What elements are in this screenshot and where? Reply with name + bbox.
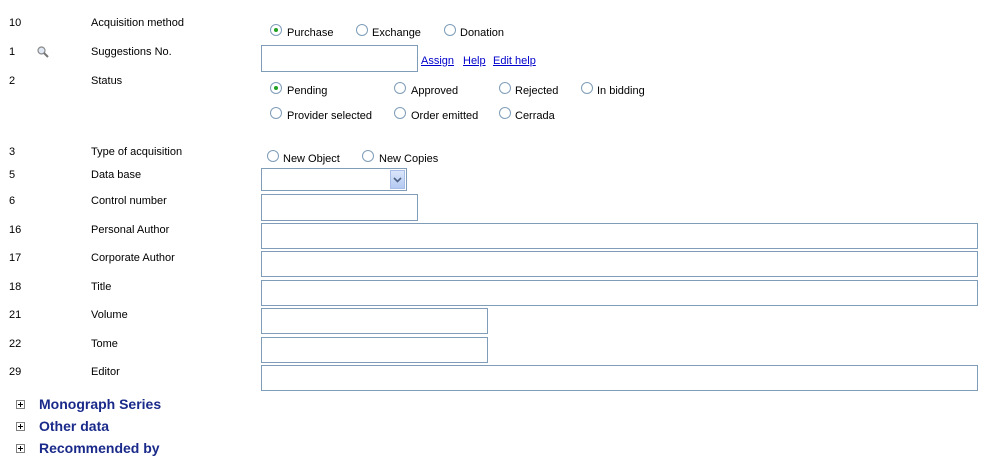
status-in-bidding-radio[interactable] <box>581 82 593 94</box>
row-number: 18 <box>9 281 22 293</box>
status-provider-selected-label: Provider selected <box>287 110 372 122</box>
status-cerrada-radio[interactable] <box>499 107 511 119</box>
row-number: 3 <box>9 146 16 158</box>
row-number: 2 <box>9 75 16 87</box>
new-object-label: New Object <box>283 153 340 165</box>
status-order-emitted-label: Order emitted <box>411 110 479 122</box>
recommended-by-section[interactable]: Recommended by <box>39 440 160 456</box>
database-select[interactable] <box>261 168 407 191</box>
tome-label: Tome <box>91 338 118 350</box>
status-order-emitted-radio[interactable] <box>394 107 406 119</box>
row-number: 22 <box>9 338 22 350</box>
plus-box-icon[interactable] <box>16 422 25 431</box>
plus-box-icon[interactable] <box>16 444 25 453</box>
plus-box-icon[interactable] <box>16 400 25 409</box>
donation-radio-label: Donation <box>460 27 505 39</box>
status-pending-radio[interactable] <box>270 82 282 94</box>
status-pending-label: Pending <box>287 85 328 97</box>
suggestions-no-input[interactable] <box>261 45 418 72</box>
suggestions-no-label: Suggestions No. <box>91 46 172 58</box>
control-number-label: Control number <box>91 195 167 207</box>
row-number: 10 <box>9 17 22 29</box>
corporate-author-input[interactable] <box>261 251 978 277</box>
donation-radio[interactable] <box>444 24 456 36</box>
corporate-author-label: Corporate Author <box>91 252 175 264</box>
magnifier-icon[interactable] <box>36 45 50 62</box>
status-provider-selected-radio[interactable] <box>270 107 282 119</box>
assign-link[interactable]: Assign <box>421 55 454 67</box>
status-rejected-label: Rejected <box>515 85 559 97</box>
row-number: 16 <box>9 224 22 236</box>
title-input[interactable] <box>261 280 978 306</box>
new-copies-label: New Copies <box>379 153 439 165</box>
row-number: 21 <box>9 309 22 321</box>
volume-label: Volume <box>91 309 128 321</box>
personal-author-input[interactable] <box>261 223 978 249</box>
editor-label: Editor <box>91 366 120 378</box>
row-number: 17 <box>9 252 22 264</box>
exchange-radio-label: Exchange <box>372 27 421 39</box>
chevron-down-icon[interactable] <box>390 170 405 189</box>
control-number-input[interactable] <box>261 194 418 221</box>
row-number: 6 <box>9 195 16 207</box>
status-in-bidding-label: In bidding <box>597 85 645 97</box>
tome-input[interactable] <box>261 337 488 363</box>
new-copies-radio[interactable] <box>362 150 374 162</box>
personal-author-label: Personal Author <box>91 224 170 236</box>
edit-help-link[interactable]: Edit help <box>493 55 536 67</box>
volume-input[interactable] <box>261 308 488 334</box>
purchase-radio[interactable] <box>270 24 282 36</box>
other-data-section[interactable]: Other data <box>39 418 109 434</box>
row-number: 1 <box>9 46 16 58</box>
new-object-radio[interactable] <box>267 150 279 162</box>
help-link[interactable]: Help <box>463 55 486 67</box>
title-label: Title <box>91 281 112 293</box>
monograph-series-section[interactable]: Monograph Series <box>39 396 161 412</box>
database-label: Data base <box>91 169 142 181</box>
status-rejected-radio[interactable] <box>499 82 511 94</box>
exchange-radio[interactable] <box>356 24 368 36</box>
editor-input[interactable] <box>261 365 978 391</box>
status-label: Status <box>91 75 123 87</box>
acquisition-method-label: Acquisition method <box>91 17 184 29</box>
type-of-acquisition-label: Type of acquisition <box>91 146 183 158</box>
status-approved-radio[interactable] <box>394 82 406 94</box>
row-number: 5 <box>9 169 16 181</box>
row-number: 29 <box>9 366 22 378</box>
status-cerrada-label: Cerrada <box>515 110 555 122</box>
purchase-radio-label: Purchase <box>287 27 334 39</box>
status-approved-label: Approved <box>411 85 459 97</box>
